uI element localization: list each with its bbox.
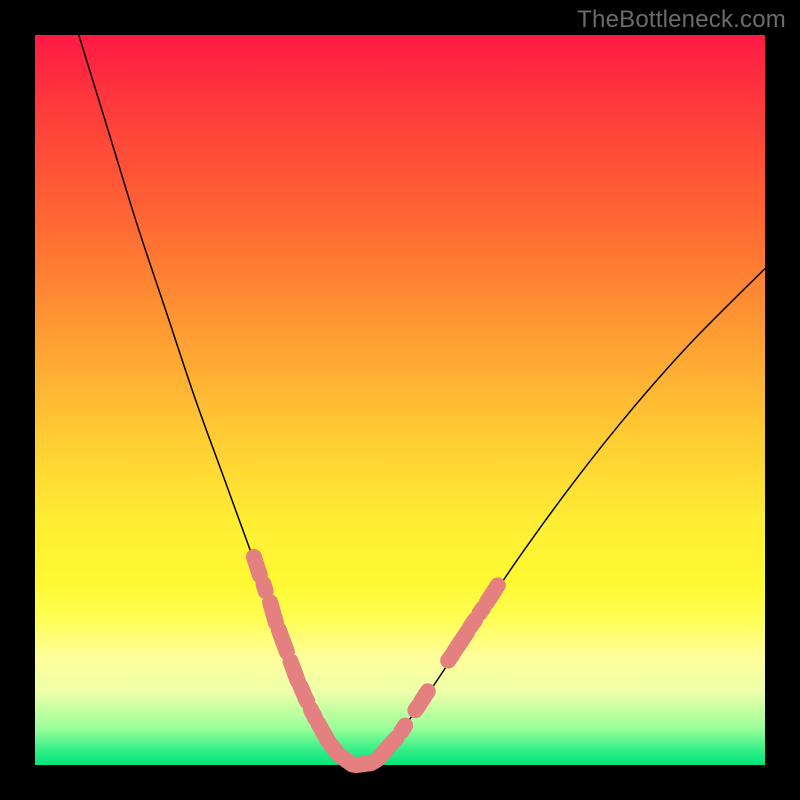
bottleneck-curve	[79, 35, 765, 765]
curve-marker	[305, 697, 307, 701]
curve-marker	[263, 584, 265, 591]
curve-svg	[35, 35, 765, 765]
plot-area	[35, 35, 765, 765]
curve-marker	[454, 632, 467, 652]
curve-marker	[421, 691, 428, 701]
curve-marker	[470, 620, 475, 627]
curve-marker	[254, 557, 260, 575]
curve-marker	[279, 630, 287, 652]
chart-container: TheBottleneck.com	[0, 0, 800, 800]
curve-marker	[291, 661, 298, 681]
curve-marker	[487, 585, 498, 602]
curve-marker	[401, 726, 405, 732]
watermark-text: TheBottleneck.com	[577, 6, 786, 34]
curve-marker	[380, 738, 397, 757]
curve-marker	[270, 602, 276, 622]
marker-group	[254, 557, 498, 765]
